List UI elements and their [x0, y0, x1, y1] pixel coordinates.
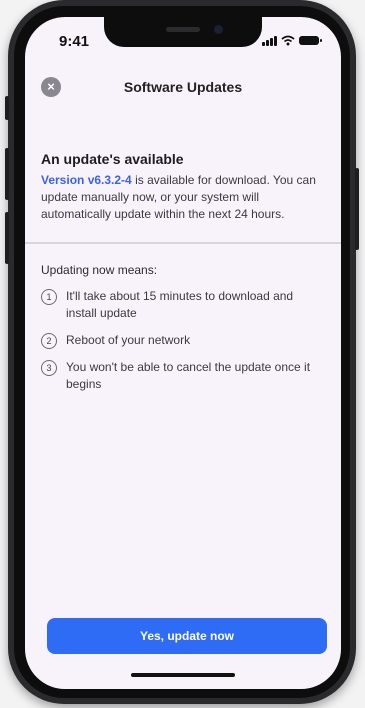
updating-means-section: Updating now means: 1 It'll take about 1… — [41, 263, 327, 403]
version-link[interactable]: Version v6.3.2-4 — [41, 173, 132, 187]
signal-icon — [262, 35, 277, 46]
volume-down-button — [5, 212, 9, 264]
list-item: 1 It'll take about 15 minutes to downloa… — [41, 288, 327, 322]
status-icons — [262, 35, 322, 46]
notch — [104, 17, 262, 47]
step-number-icon: 3 — [41, 360, 57, 376]
status-time: 9:41 — [59, 33, 90, 50]
battery-icon — [299, 36, 322, 45]
app-screen: 9:41 × Software Updates An update's avai… — [25, 17, 341, 689]
power-button — [355, 168, 359, 250]
list-item-text: It'll take about 15 minutes to download … — [66, 289, 294, 320]
step-number-icon: 1 — [41, 289, 57, 305]
volume-up-button — [5, 148, 9, 200]
list-item: 2 Reboot of your network — [41, 332, 327, 349]
list-item-text: You won't be able to cancel the update o… — [66, 360, 311, 391]
list-item: 3 You won't be able to cancel the update… — [41, 359, 327, 393]
page-title: Software Updates — [123, 79, 243, 95]
section-divider — [25, 242, 341, 244]
speaker-grille — [166, 27, 200, 32]
update-available-section: An update's available Version v6.3.2-4 i… — [41, 151, 327, 223]
list-item-text: Reboot of your network — [66, 333, 191, 347]
step-number-icon: 2 — [41, 333, 57, 349]
wifi-icon — [281, 35, 295, 46]
mute-switch — [5, 96, 9, 120]
update-description: Version v6.3.2-4 is available for downlo… — [41, 172, 327, 223]
means-heading: Updating now means: — [41, 263, 158, 277]
home-indicator — [131, 673, 235, 677]
header: × Software Updates — [25, 77, 341, 101]
front-camera — [214, 25, 223, 34]
update-now-button[interactable]: Yes, update now — [47, 618, 327, 654]
update-heading: An update's available — [41, 151, 184, 167]
